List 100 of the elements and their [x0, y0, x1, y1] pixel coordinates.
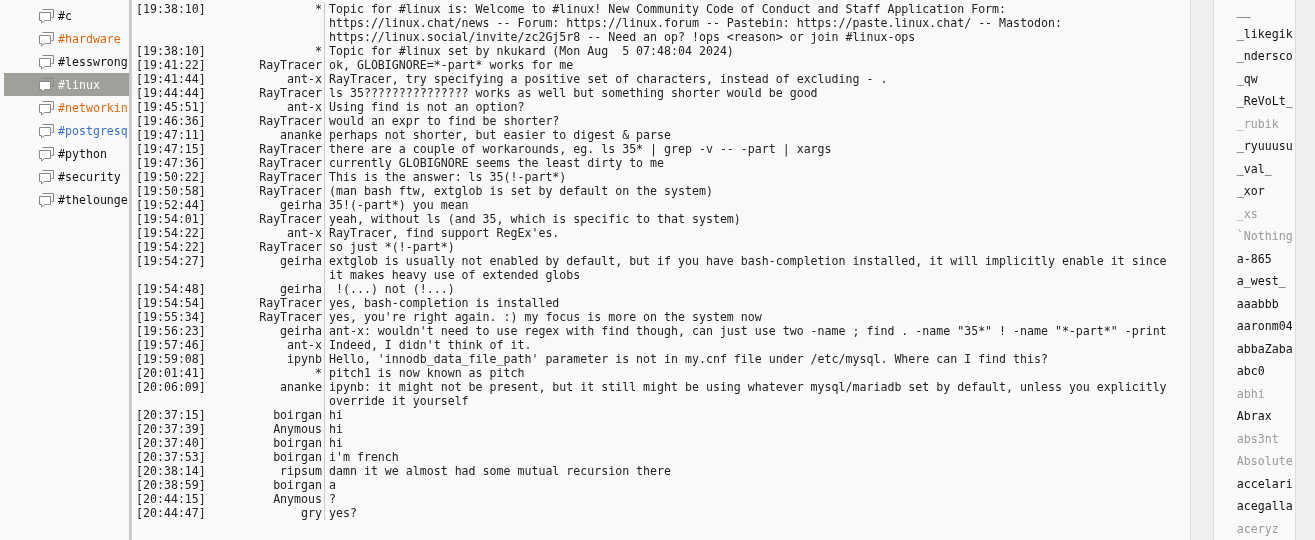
user-name[interactable]: accelari [1236, 472, 1296, 495]
timestamp: [20:37:40] [136, 436, 207, 450]
nickname: geirha [208, 198, 325, 212]
timestamp: [19:54:48] [136, 282, 207, 296]
nickname: * [208, 2, 325, 44]
message-text: Hello, 'innodb_data_file_path' parameter is not in my.cnf file under /etc/mysql. Where can I find this? [328, 352, 1049, 366]
user-name[interactable]: _qw [1236, 67, 1296, 90]
timestamp: [19:54:54] [136, 296, 207, 310]
timestamp: [19:56:23] [136, 324, 207, 338]
message-text: yes, you're right again. :) my focus is more on the system now [328, 310, 763, 324]
chat-bubble-icon [38, 30, 55, 47]
timestamp: [19:46:36] [136, 114, 207, 128]
channel-item[interactable]: #c [4, 4, 129, 27]
nickname: RayTracer [208, 184, 325, 198]
nickname: RayTracer [208, 296, 325, 310]
message-text: damn it we almost had some mutual recursion there [328, 464, 673, 478]
nickname: boirgan [208, 408, 325, 422]
message-text: i'm french [328, 450, 400, 464]
message-text: RayTracer, find support RegEx'es. [328, 226, 561, 240]
timestamp: [19:38:10] [136, 2, 207, 18]
user-name[interactable]: a-865 [1236, 247, 1296, 270]
message-text: Using find is not an option? [328, 100, 526, 114]
user-name[interactable]: _likegik [1236, 22, 1296, 45]
message-text: RayTracer, try specifying a positive set of characters, instead of excluding - . [328, 72, 889, 86]
chat-bubble-icon [38, 7, 55, 24]
user-name[interactable]: abbaZaba [1236, 337, 1296, 360]
message-text: (man bash ftw, extglob is set by default on the system) [328, 184, 714, 198]
timestamp: [19:50:58] [136, 184, 207, 198]
message-text: This is the answer: ls 35(!-part*) [328, 170, 568, 184]
channel-item[interactable]: #thelounge [4, 188, 129, 211]
message-text: Indeed, I didn't think of it. [328, 338, 533, 352]
timestamp: [19:59:08] [136, 352, 207, 366]
timestamp: [20:01:41] [136, 366, 207, 380]
timestamp: [20:38:14] [136, 464, 207, 478]
timestamp: [19:50:22] [136, 170, 207, 184]
user-name[interactable]: Abrax [1236, 405, 1296, 428]
timestamp: [19:55:34] [136, 310, 207, 324]
user-name[interactable]: aaronm04 [1236, 315, 1296, 338]
user-name[interactable]: aaabbb [1236, 292, 1296, 315]
nickname: Anymous [208, 492, 325, 506]
timestamp: [20:37:15] [136, 408, 207, 422]
message-text: Topic for #linux is: Welcome to #linux! New Community Code of Conduct and Staff Application Form: https://linux.chat/news -- Forum: https://linux.forum -- Pastebin: https://paste.linux.chat/ -- Mastodon: https://linux.social/invite/zc2Gj5r8 -- Need an op? !ops <reason> or join #linux-ops [328, 2, 1063, 44]
message-text: ls 35??????????????? works as well but something shorter would be good [328, 86, 819, 100]
nickname: ant-x [208, 338, 325, 352]
timestamp: [19:41:22] [136, 58, 207, 72]
message-text: pitch1 is now known as pitch [328, 366, 526, 380]
timestamp: [19:41:44] [136, 72, 207, 86]
message-text: hi [328, 422, 344, 436]
user-name[interactable]: _ReVoLt_ [1236, 90, 1296, 113]
timestamp: [20:37:39] [136, 422, 207, 436]
nickname: Anymous [208, 422, 325, 436]
message-text: 35!(-part*) you mean [328, 198, 470, 212]
nickname: geirha [208, 254, 325, 282]
nickname: ananke [208, 128, 325, 142]
chat-bubble-icon [38, 191, 55, 208]
nickname: ant-x [208, 72, 325, 86]
timestamp: [20:38:59] [136, 478, 207, 492]
user-name[interactable]: __ [1236, 0, 1296, 23]
channel-item[interactable]: #python [4, 142, 129, 165]
timestamp: [20:37:53] [136, 450, 207, 464]
message-text: yes? [328, 506, 358, 520]
nickname: boirgan [208, 450, 325, 464]
nickname: geirha [208, 282, 325, 296]
user-name[interactable]: _ryuuusu [1236, 135, 1296, 158]
channel-item[interactable]: #lesswrong [4, 50, 129, 73]
user-name[interactable]: a_west_ [1236, 270, 1296, 293]
timestamp: [20:44:47] [136, 506, 207, 520]
message-text: yeah, without ls (and 35, which is specific to that system) [328, 212, 742, 226]
timestamp: [19:44:44] [136, 86, 207, 100]
user-name[interactable]: _xor [1236, 180, 1296, 203]
nickname: ripsum [208, 464, 325, 478]
splitter-bar[interactable] [1190, 0, 1214, 540]
message-text: Topic for #linux set by nkukard (Mon Aug 5 07:48:04 2024) [328, 44, 735, 58]
timestamp: [19:54:22] [136, 240, 207, 254]
nickname: * [208, 44, 325, 58]
timestamp: [19:54:01] [136, 212, 207, 226]
user-name[interactable]: acegalla [1236, 495, 1296, 518]
nickname: * [208, 366, 325, 380]
message-text: !(...) not (!...) [335, 282, 456, 296]
timestamp: [19:47:15] [136, 142, 207, 156]
message-text: a [328, 478, 337, 492]
message-text: so just *(!-part*) [328, 240, 456, 254]
chat-bubble-icon [38, 122, 55, 139]
user-name[interactable]: _val_ [1236, 157, 1296, 180]
nickname: RayTracer [208, 142, 325, 156]
timestamp: [19:47:11] [136, 128, 207, 142]
nickname: RayTracer [208, 240, 325, 254]
message-text: ? [328, 492, 337, 506]
nickname: RayTracer [208, 156, 325, 170]
user-name[interactable]: abc0 [1236, 360, 1296, 383]
timestamp: [19:57:46] [136, 338, 207, 352]
channel-item[interactable]: #postgresq [4, 119, 129, 142]
nickname: RayTracer [208, 58, 325, 72]
message-text: yes, bash-completion is installed [328, 296, 561, 310]
channel-item[interactable]: #security [4, 165, 129, 188]
chat-bubble-icon [38, 53, 55, 70]
nickname: RayTracer [208, 170, 325, 184]
timestamp: [19:47:36] [136, 156, 207, 170]
timestamp: [19:54:22] [136, 226, 207, 240]
user-name[interactable]: _ndersco [1236, 45, 1296, 68]
